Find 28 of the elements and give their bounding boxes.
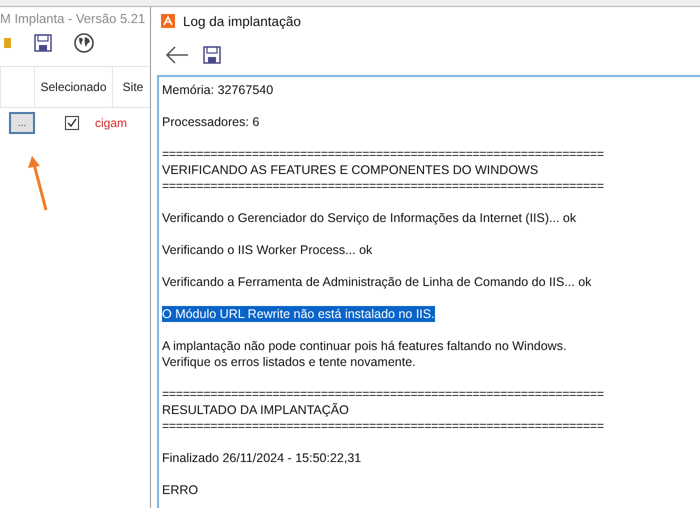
checkbox[interactable] [65, 116, 79, 130]
app-title: M Implanta - Versão 5.21 [0, 10, 146, 26]
separator-line: ================================================================ [162, 386, 604, 402]
log-line: Verificando o Gerenciador do Serviço de Informações da Internet (IIS)... ok [162, 210, 576, 226]
log-line: ERRO [162, 482, 198, 498]
log-line: Verificando a Ferramenta de Administração de Linha de Comando do IIS... ok [162, 274, 592, 290]
log-line: Verificando o IIS Worker Process... ok [162, 242, 372, 258]
globe-icon[interactable] [74, 33, 94, 53]
details-button[interactable]: ... [9, 112, 35, 134]
column-header[interactable]: Selecionado [34, 67, 112, 107]
dialog-title: Log da implantação [183, 14, 301, 28]
log-line: Finalizado 26/11/2024 - 15:50:22,31 [162, 450, 362, 466]
site-name: cigam [95, 116, 128, 130]
separator-line: ================================================================ [162, 178, 604, 194]
separator-line: ================================================================ [162, 146, 604, 162]
back-arrow-icon[interactable] [165, 46, 189, 64]
save-icon[interactable] [203, 46, 221, 64]
separator-line: ================================================================ [162, 418, 604, 434]
log-line: Verifique os erros listados e tente novamente. [162, 354, 416, 370]
log-text-area[interactable] [157, 75, 700, 508]
save-icon[interactable] [34, 34, 52, 52]
log-line: A implantação não pode continuar pois há features faltando no Windows. [162, 338, 566, 354]
log-line: Memória: 32767540 [162, 82, 274, 98]
log-line: VERIFICANDO AS FEATURES E COMPONENTES DO WINDOWS [162, 162, 538, 178]
app-icon [161, 14, 175, 28]
log-line: Processadores: 6 [162, 114, 260, 130]
log-line: RESULTADO DA IMPLANTAÇÃO [162, 402, 349, 418]
arrow-icon [26, 156, 50, 212]
